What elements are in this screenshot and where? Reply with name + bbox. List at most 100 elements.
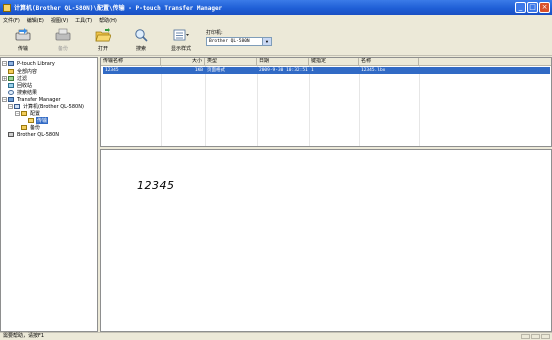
status-panes (521, 334, 550, 339)
tree-item-label: 回收站 (17, 83, 33, 89)
tree-item-computer[interactable]: − 计算机(Brother QL-580N) (8, 103, 85, 110)
folder-icon (21, 111, 27, 116)
tree-item-label: 过滤 (17, 76, 28, 82)
folder-open-icon (28, 118, 34, 123)
cell-name: 12345.lbx (361, 68, 386, 73)
app-icon (3, 3, 11, 12)
printer-label: 打印机: (206, 30, 223, 36)
tree-item-transfer[interactable]: 传输 (28, 117, 49, 124)
minimize-button[interactable]: _ (515, 2, 526, 13)
tree-item-label: 备份 (30, 125, 41, 131)
tree-item-recycle-bin[interactable]: 回收站 (8, 82, 33, 89)
tree-item-all-contents[interactable]: 全部内容 (8, 68, 38, 75)
folder-tree[interactable]: − P-touch Library 全部内容 + 过滤 回收站 搜索结果 − T… (0, 57, 98, 332)
open-label: 打开 (97, 46, 108, 52)
column-divider (257, 66, 258, 146)
menu-help[interactable]: 帮助(H) (99, 17, 117, 24)
status-text: 需要帮助，请按F1 (3, 333, 45, 339)
close-button[interactable]: × (539, 2, 550, 13)
transfer-label: 传输 (17, 46, 28, 52)
maximize-button[interactable]: □ (527, 2, 538, 13)
status-pane (531, 334, 540, 339)
backup-label: 备份 (57, 46, 68, 52)
toolbar: 传输 备份 打开 搜索 显示样式 打印机: Brother QL-580N ▼ (0, 26, 552, 56)
title-bar[interactable]: 计算机(Brother QL-580N)\配置\传输 - P-touch Tra… (0, 0, 552, 15)
folder-icon (8, 69, 14, 74)
search-label: 搜索 (135, 46, 146, 52)
search-icon (135, 29, 148, 42)
backup-button[interactable]: 备份 (50, 28, 76, 54)
display-style-icon (173, 29, 189, 41)
menu-bar: 文件(F) 编辑(E) 视图(V) 工具(T) 帮助(H) (0, 15, 552, 26)
window-title: 计算机(Brother QL-580N)\配置\传输 - P-touch Tra… (14, 5, 223, 12)
search-icon (8, 90, 14, 95)
list-header: 传输名称 大小 类型 日期 键指定 名称 (101, 58, 551, 66)
column-divider (359, 66, 360, 146)
table-row[interactable]: 12345 1KB 页面格式 2009-9-30 10:32:51 1 1234… (103, 67, 550, 74)
tree-item-transfer-manager[interactable]: − Transfer Manager (2, 96, 62, 103)
column-divider (309, 66, 310, 146)
file-list[interactable]: 传输名称 大小 类型 日期 键指定 名称 12345 1KB 页面格式 2009… (100, 57, 552, 147)
column-header-size[interactable]: 大小 (161, 58, 205, 65)
tree-item-search-results[interactable]: 搜索结果 (8, 89, 38, 96)
collapse-icon[interactable]: − (2, 97, 7, 102)
tree-item-label: 配置 (30, 111, 41, 117)
tree-item-ptouch-library[interactable]: − P-touch Library (2, 60, 56, 67)
app-window: 计算机(Brother QL-580N)\配置\传输 - P-touch Tra… (0, 0, 552, 340)
tree-item-printer[interactable]: Brother QL-580N (8, 131, 60, 138)
column-divider (205, 66, 206, 146)
tree-item-filter[interactable]: + 过滤 (2, 75, 28, 82)
computer-icon (14, 104, 20, 109)
folder-icon (21, 125, 27, 130)
tree-item-label: 搜索结果 (17, 90, 38, 96)
cell-size: 1KB (194, 68, 203, 73)
column-header-key-assign[interactable]: 键指定 (309, 58, 359, 65)
menu-file[interactable]: 文件(F) (3, 17, 20, 24)
column-divider (419, 66, 420, 146)
printer-dropdown[interactable]: Brother QL-580N ▼ (206, 37, 272, 46)
printer-value: Brother QL-580N (209, 39, 250, 44)
search-button[interactable]: 搜索 (128, 28, 154, 54)
cell-key-assign: 1 (311, 68, 314, 73)
backup-icon (55, 28, 71, 41)
printer-icon (8, 132, 14, 137)
tree-item-label: Brother QL-580N (17, 131, 60, 138)
column-divider (161, 66, 162, 146)
column-header-date[interactable]: 日期 (257, 58, 309, 65)
column-header-type[interactable]: 类型 (205, 58, 257, 65)
window-controls: _ □ × (515, 2, 550, 13)
cell-date: 2009-9-30 10:32:51 (259, 68, 308, 73)
filter-icon (8, 76, 14, 81)
column-header-transfer-name[interactable]: 传输名称 (101, 58, 161, 65)
column-header-name[interactable]: 名称 (359, 58, 419, 65)
tree-item-label: 全部内容 (17, 69, 38, 75)
menu-edit[interactable]: 编辑(E) (27, 17, 44, 24)
open-button[interactable]: 打开 (90, 28, 116, 54)
label-preview: 12345 (100, 149, 552, 332)
tree-item-label: 计算机(Brother QL-580N) (23, 104, 84, 110)
expand-icon[interactable]: + (2, 76, 7, 81)
tree-item-label: 传输 (36, 117, 49, 124)
menu-view[interactable]: 视图(V) (51, 17, 68, 24)
chevron-down-icon[interactable]: ▼ (262, 38, 271, 45)
tree-item-config[interactable]: − 配置 (15, 110, 41, 117)
tree-item-label: P-touch Library (17, 60, 55, 67)
library-icon (8, 61, 14, 66)
status-pane (521, 334, 530, 339)
display-style-label: 显示样式 (170, 46, 191, 52)
tree-item-backup[interactable]: 备份 (21, 124, 41, 131)
collapse-icon[interactable]: − (8, 104, 13, 109)
printer-selector: 打印机: Brother QL-580N ▼ (206, 29, 272, 46)
status-pane (541, 334, 550, 339)
collapse-icon[interactable]: − (2, 61, 7, 66)
status-bar: 需要帮助，请按F1 (0, 332, 552, 340)
cell-transfer-name: 12345 (105, 68, 119, 73)
collapse-icon[interactable]: − (15, 111, 20, 116)
transfer-button[interactable]: 传输 (10, 28, 36, 54)
menu-tools[interactable]: 工具(T) (75, 17, 92, 24)
transfer-icon (15, 28, 31, 41)
preview-text: 12345 (137, 179, 175, 192)
transfer-manager-icon (8, 97, 14, 102)
display-style-button[interactable]: 显示样式 (166, 28, 196, 54)
tree-item-label: Transfer Manager (17, 96, 61, 103)
